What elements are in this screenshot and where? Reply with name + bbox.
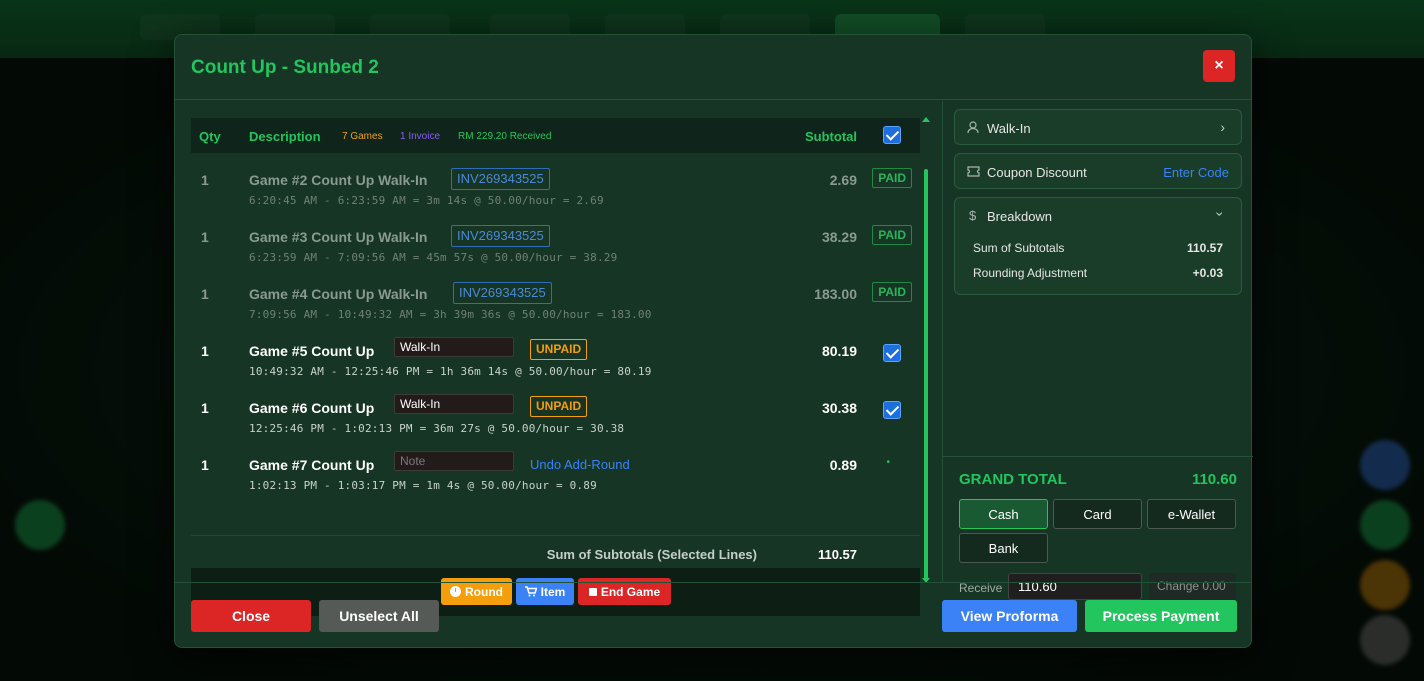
bank-button[interactable]: Bank <box>959 533 1048 563</box>
row-qty: 1 <box>201 400 209 416</box>
row-qty: 1 <box>201 229 209 245</box>
paid-badge: PAID <box>872 225 912 245</box>
row-title: Game #3 Count Up Walk-In <box>249 229 428 245</box>
ticket-icon <box>967 166 980 177</box>
customer-selector[interactable]: Walk-In › <box>954 109 1242 145</box>
modal-header: Count Up - Sunbed 2 × <box>175 35 1251 100</box>
table-row: 1 Game #4 Count Up Walk-In INV269343525 … <box>191 267 920 324</box>
dollar-icon: $ <box>969 208 977 223</box>
table-row: 1 Game #7 Count Up Note Undo Add-Round 1… <box>191 438 920 495</box>
unpaid-badge: UNPAID <box>530 339 588 360</box>
invoice-link[interactable]: INV269343525 <box>453 282 552 304</box>
grand-total-label: GRAND TOTAL <box>959 471 1067 488</box>
row-amount: 30.38 <box>821 400 857 416</box>
rounding-value: +0.03 <box>1192 266 1223 280</box>
modal-title: Count Up - Sunbed 2 <box>191 57 379 78</box>
row-qty: 1 <box>201 172 209 188</box>
row-formula: 6:23:59 AM - 7:09:56 AM = 45m 57s @ 50.0… <box>249 251 618 264</box>
row-qty: 1 <box>201 343 209 359</box>
row-title: Game #4 Count Up Walk-In <box>249 286 428 302</box>
card-button[interactable]: Card <box>1053 499 1142 529</box>
table-row: 1 Game #2 Count Up Walk-In INV269343525 … <box>191 153 920 210</box>
grand-total-area: GRAND TOTAL 110.60 Cash Card e-Wallet Ba… <box>943 456 1253 600</box>
chevron-right-icon: › <box>1220 119 1225 135</box>
row-formula: 10:49:32 AM - 12:25:46 PM = 1h 36m 14s @… <box>249 365 652 378</box>
grand-total-value: 110.60 <box>1191 471 1237 488</box>
row-checkbox[interactable] <box>883 401 901 419</box>
row-amount: 183.00 <box>814 286 857 302</box>
modal-footer: Close Unselect All View Proforma Process… <box>175 582 1251 649</box>
view-proforma-button[interactable]: View Proforma <box>942 600 1077 632</box>
cash-button[interactable]: Cash <box>959 499 1048 529</box>
invoice-link[interactable]: INV269343525 <box>451 225 550 247</box>
row-title: Game #5 Count Up <box>249 343 375 359</box>
chevron-down-icon[interactable]: › <box>1213 212 1229 217</box>
enter-code-link[interactable]: Enter Code <box>1163 165 1229 180</box>
breakdown-title[interactable]: Breakdown <box>987 209 1052 224</box>
undo-add-round-link[interactable]: Undo Add-Round <box>530 457 630 472</box>
order-lines-pane: Qty Description 7 Games 1 Invoice RM 229… <box>175 101 943 616</box>
row-title: Game #7 Count Up <box>249 457 375 473</box>
scroll-thumb[interactable] <box>924 169 928 579</box>
sum-of-subtotals-row: Sum of Subtotals (Selected Lines) 110.57 <box>191 535 920 568</box>
user-icon <box>967 121 979 134</box>
close-icon[interactable]: × <box>1203 50 1235 82</box>
row-note-input[interactable]: Walk-In <box>394 394 514 414</box>
row-amount: 80.19 <box>821 343 857 359</box>
count-up-modal: Count Up - Sunbed 2 × Qty Description 7 … <box>174 34 1253 649</box>
payment-pane: Walk-In › Coupon Discount Enter Code $ B… <box>943 101 1253 600</box>
breakdown-panel: $ Breakdown › Sum of Subtotals 110.57 Ro… <box>954 197 1242 295</box>
coupon-row: Coupon Discount Enter Code <box>954 153 1242 189</box>
table-header: Qty Description 7 Games 1 Invoice RM 229… <box>191 118 920 153</box>
table-row: 1 Game #5 Count Up Walk-In UNPAID 10:49:… <box>191 324 920 381</box>
breakdown-sum-row: Sum of Subtotals 110.57 <box>973 241 1223 255</box>
row-note-input[interactable]: Walk-In <box>394 337 514 357</box>
row-title: Game #6 Count Up <box>249 400 375 416</box>
breakdown-sum-label: Sum of Subtotals <box>973 241 1065 255</box>
row-formula: 7:09:56 AM - 10:49:32 AM = 3h 39m 36s @ … <box>249 308 652 321</box>
scroll-up-icon[interactable] <box>922 117 930 122</box>
header-subtotal: Subtotal <box>805 129 857 144</box>
header-description: Description <box>249 129 321 144</box>
row-note-input[interactable]: Note <box>394 451 514 471</box>
row-checkbox[interactable] <box>883 344 901 362</box>
games-count: 7 Games <box>342 131 383 142</box>
row-amount: 2.69 <box>829 172 857 188</box>
row-qty: 1 <box>201 286 209 302</box>
row-amount: 0.89 <box>829 457 857 473</box>
row-formula: 12:25:46 PM - 1:02:13 PM = 36m 27s @ 50.… <box>249 422 625 435</box>
row-formula: 6:20:45 AM - 6:23:59 AM = 3m 14s @ 50.00… <box>249 194 604 207</box>
customer-label: Walk-In <box>987 121 1031 136</box>
unselect-all-button[interactable]: Unselect All <box>319 600 439 632</box>
coupon-label: Coupon Discount <box>987 165 1087 180</box>
row-formula: 1:02:13 PM - 1:03:17 PM = 1m 4s @ 50.00/… <box>249 479 597 492</box>
paid-badge: PAID <box>872 282 912 302</box>
sum-label: Sum of Subtotals (Selected Lines) <box>546 547 757 562</box>
invoice-count: 1 Invoice <box>400 131 441 142</box>
select-all-checkbox[interactable] <box>883 126 901 144</box>
row-status-dot: • <box>886 457 890 468</box>
rounding-label: Rounding Adjustment <box>973 266 1088 280</box>
process-payment-button[interactable]: Process Payment <box>1085 600 1237 632</box>
breakdown-sum-value: 110.57 <box>1186 241 1223 255</box>
row-amount: 38.29 <box>821 229 857 245</box>
row-qty: 1 <box>201 457 209 473</box>
close-button[interactable]: Close <box>191 600 311 632</box>
lines-scrollbar[interactable] <box>922 117 930 583</box>
row-title: Game #2 Count Up Walk-In <box>249 172 428 188</box>
breakdown-rounding-row: Rounding Adjustment +0.03 <box>973 266 1223 280</box>
unpaid-badge: UNPAID <box>530 396 588 417</box>
header-qty: Qty <box>199 129 221 144</box>
paid-badge: PAID <box>872 168 912 188</box>
sum-value: 110.57 <box>817 547 857 562</box>
table-row: 1 Game #6 Count Up Walk-In UNPAID 12:25:… <box>191 381 920 438</box>
received-amount: RM 229.20 Received <box>458 131 552 142</box>
invoice-link[interactable]: INV269343525 <box>451 168 550 190</box>
table-row: 1 Game #3 Count Up Walk-In INV269343525 … <box>191 210 920 267</box>
ewallet-button[interactable]: e-Wallet <box>1147 499 1236 529</box>
